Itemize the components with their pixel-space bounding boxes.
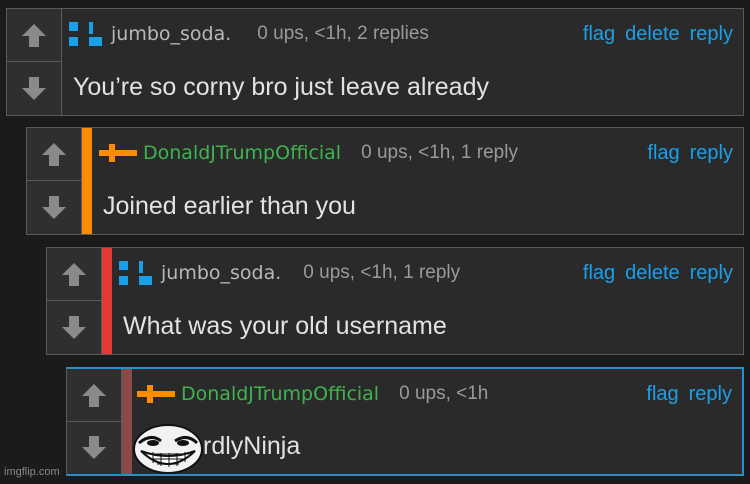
- upvote-button[interactable]: [47, 248, 101, 301]
- comment-meta: 0 ups, <1h, 1 reply: [303, 262, 461, 283]
- vote-column: [7, 9, 62, 115]
- comment-actions: flag reply: [637, 128, 733, 178]
- down-arrow-icon: [82, 435, 106, 459]
- up-arrow-icon: [22, 24, 46, 47]
- comment-meta: 0 ups, <1h, 2 replies: [257, 23, 429, 44]
- downvote-button[interactable]: [7, 62, 61, 115]
- blue-squares-icon: [117, 259, 157, 287]
- flag-link[interactable]: flag: [583, 23, 615, 46]
- orange-cross-icon: [99, 139, 139, 167]
- comment-text: What was your old username: [123, 311, 447, 340]
- thread-stripe: [102, 248, 112, 354]
- flag-link[interactable]: flag: [647, 142, 679, 165]
- comment-actions: flag reply: [636, 369, 732, 419]
- troll-face-icon: [131, 421, 205, 475]
- up-arrow-icon: [62, 263, 86, 286]
- comment-2: DonaldJTrumpOfficial 0 ups, <1h, 1 reply…: [26, 127, 744, 235]
- upvote-button[interactable]: [27, 128, 81, 181]
- up-arrow-icon: [82, 383, 106, 407]
- delete-link[interactable]: delete: [625, 23, 680, 46]
- comment-text: You’re so corny bro just leave already: [73, 72, 489, 101]
- comment-actions: flag delete reply: [573, 9, 733, 59]
- username[interactable]: jumbo_soda.: [111, 23, 231, 45]
- vote-column: [47, 248, 102, 354]
- comment-meta: 0 ups, <1h: [399, 383, 489, 404]
- orange-cross-icon: [137, 380, 177, 408]
- down-arrow-icon: [42, 195, 66, 219]
- delete-link[interactable]: delete: [625, 262, 680, 285]
- username[interactable]: DonaldJTrumpOfficial: [181, 383, 379, 405]
- watermark: imgflip.com: [4, 466, 60, 478]
- flag-link[interactable]: flag: [583, 262, 615, 285]
- down-arrow-icon: [22, 76, 46, 100]
- upvote-button[interactable]: [67, 369, 121, 422]
- comment-1: jumbo_soda. 0 ups, <1h, 2 replies flag d…: [6, 8, 744, 116]
- comment-3: jumbo_soda. 0 ups, <1h, 1 reply flag del…: [46, 247, 744, 355]
- vote-column: [67, 369, 122, 474]
- vote-column: [27, 128, 82, 234]
- downvote-button[interactable]: [67, 422, 121, 475]
- blue-squares-icon: [67, 20, 107, 48]
- comment-text: rdlyNinja: [203, 432, 301, 460]
- reply-link[interactable]: reply: [690, 262, 733, 285]
- up-arrow-icon: [42, 143, 66, 166]
- comment-actions: flag delete reply: [573, 248, 733, 298]
- comment-text: Joined earlier than you: [103, 191, 356, 220]
- down-arrow-icon: [62, 315, 86, 339]
- downvote-button[interactable]: [27, 181, 81, 234]
- comment-meta: 0 ups, <1h, 1 reply: [361, 142, 518, 163]
- username[interactable]: jumbo_soda.: [161, 262, 281, 284]
- flag-link[interactable]: flag: [646, 383, 678, 406]
- comment-4: DonaldJTrumpOfficial 0 ups, <1h flag rep…: [66, 367, 744, 476]
- thread-stripe: [82, 128, 92, 234]
- upvote-button[interactable]: [7, 9, 61, 62]
- reply-link[interactable]: reply: [689, 383, 732, 406]
- reply-link[interactable]: reply: [690, 142, 733, 165]
- reply-link[interactable]: reply: [690, 23, 733, 46]
- downvote-button[interactable]: [47, 301, 101, 354]
- username[interactable]: DonaldJTrumpOfficial: [143, 142, 341, 164]
